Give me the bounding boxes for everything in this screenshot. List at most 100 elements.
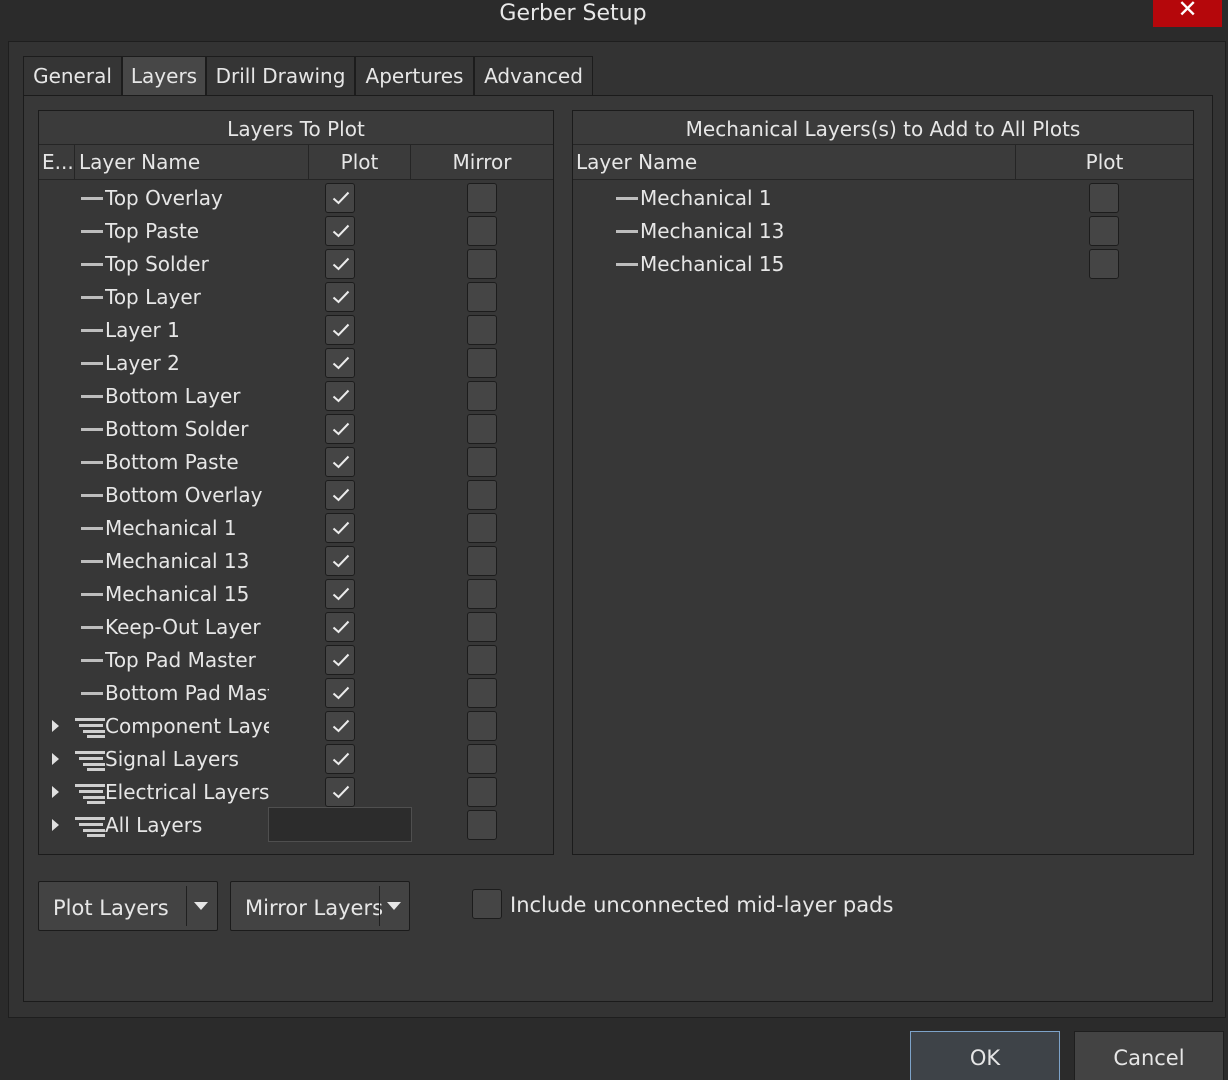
layer-row[interactable]: Layer 2 bbox=[39, 347, 553, 380]
mirror-checkbox[interactable] bbox=[467, 744, 497, 774]
mech-plot-checkbox[interactable] bbox=[1089, 216, 1119, 246]
mirror-checkbox[interactable] bbox=[467, 249, 497, 279]
layer-row[interactable]: Bottom Pad Mast bbox=[39, 677, 553, 710]
layer-name: Keep-Out Layer bbox=[105, 615, 261, 639]
plot-checkbox[interactable] bbox=[325, 315, 355, 345]
mech-layer-row[interactable]: Mechanical 13 bbox=[573, 215, 1193, 248]
mirror-checkbox[interactable] bbox=[467, 777, 497, 807]
checkmark-icon bbox=[332, 257, 350, 271]
expand-arrow-icon[interactable] bbox=[52, 786, 59, 798]
layer-row[interactable]: Bottom Solder bbox=[39, 413, 553, 446]
chevron-down-icon[interactable] bbox=[387, 902, 401, 910]
mirror-checkbox[interactable] bbox=[467, 513, 497, 543]
layer-row[interactable]: Component Laye bbox=[39, 710, 553, 743]
mirror-checkbox[interactable] bbox=[467, 348, 497, 378]
layer-row[interactable]: Top Layer bbox=[39, 281, 553, 314]
column-header-expand[interactable]: E... bbox=[39, 145, 75, 180]
column-header-layer-name[interactable]: Layer Name bbox=[75, 145, 309, 180]
layer-row[interactable]: Signal Layers bbox=[39, 743, 553, 776]
mirror-checkbox[interactable] bbox=[467, 315, 497, 345]
checkmark-icon bbox=[332, 191, 350, 205]
tab-layers[interactable]: Layers bbox=[122, 56, 206, 98]
column-header-mech-plot[interactable]: Plot bbox=[1016, 145, 1193, 180]
layer-row[interactable]: Top Pad Master bbox=[39, 644, 553, 677]
checkmark-icon bbox=[332, 455, 350, 469]
mech-plot-checkbox[interactable] bbox=[1089, 249, 1119, 279]
mech-layer-row[interactable]: Mechanical 15 bbox=[573, 248, 1193, 281]
layer-icon bbox=[81, 461, 103, 464]
plot-checkbox[interactable] bbox=[325, 447, 355, 477]
ok-button[interactable]: OK bbox=[910, 1031, 1060, 1080]
layer-row[interactable]: Bottom Paste bbox=[39, 446, 553, 479]
mirror-checkbox[interactable] bbox=[467, 447, 497, 477]
mirror-checkbox[interactable] bbox=[467, 810, 497, 840]
column-header-mirror[interactable]: Mirror bbox=[411, 145, 553, 180]
plot-checkbox[interactable] bbox=[325, 777, 355, 807]
mech-layer-row[interactable]: Mechanical 1 bbox=[573, 182, 1193, 215]
plot-checkbox[interactable] bbox=[325, 546, 355, 576]
include-unconnected-checkbox[interactable] bbox=[472, 889, 502, 919]
layer-row[interactable]: Layer 1 bbox=[39, 314, 553, 347]
tab-drill-drawing[interactable]: Drill Drawing bbox=[206, 56, 355, 96]
mirror-checkbox[interactable] bbox=[467, 183, 497, 213]
mirror-checkbox[interactable] bbox=[467, 480, 497, 510]
mirror-checkbox[interactable] bbox=[467, 645, 497, 675]
tab-advanced[interactable]: Advanced bbox=[474, 56, 593, 96]
plot-layers-button[interactable]: Plot Layers bbox=[38, 881, 218, 931]
plot-checkbox[interactable] bbox=[325, 711, 355, 741]
plot-checkbox[interactable] bbox=[325, 645, 355, 675]
mirror-checkbox[interactable] bbox=[467, 381, 497, 411]
layer-row[interactable]: Mechanical 15 bbox=[39, 578, 553, 611]
mech-plot-checkbox[interactable] bbox=[1089, 183, 1119, 213]
layer-row[interactable]: Mechanical 13 bbox=[39, 545, 553, 578]
plot-checkbox[interactable] bbox=[325, 183, 355, 213]
layer-row[interactable]: Electrical Layers bbox=[39, 776, 553, 809]
mirror-layers-button[interactable]: Mirror Layers bbox=[230, 881, 410, 931]
expand-arrow-icon[interactable] bbox=[52, 819, 59, 831]
plot-checkbox[interactable] bbox=[325, 579, 355, 609]
layer-name: Top Layer bbox=[105, 285, 201, 309]
column-header-mech-layer-name[interactable]: Layer Name bbox=[573, 145, 1016, 180]
plot-checkbox[interactable] bbox=[325, 348, 355, 378]
expand-arrow-icon[interactable] bbox=[52, 720, 59, 732]
mirror-checkbox[interactable] bbox=[467, 216, 497, 246]
layer-row[interactable]: Keep-Out Layer bbox=[39, 611, 553, 644]
mirror-checkbox[interactable] bbox=[467, 282, 497, 312]
plot-checkbox[interactable] bbox=[325, 216, 355, 246]
layer-row[interactable]: Bottom Overlay bbox=[39, 479, 553, 512]
layer-icon bbox=[81, 659, 103, 662]
layer-icon bbox=[81, 593, 103, 596]
mirror-checkbox[interactable] bbox=[467, 612, 497, 642]
plot-checkbox[interactable] bbox=[325, 612, 355, 642]
plot-checkbox[interactable] bbox=[325, 249, 355, 279]
chevron-down-icon[interactable] bbox=[194, 902, 208, 910]
column-header-plot[interactable]: Plot bbox=[309, 145, 411, 180]
mirror-checkbox[interactable] bbox=[467, 678, 497, 708]
tab-apertures[interactable]: Apertures bbox=[355, 56, 474, 96]
cancel-button[interactable]: Cancel bbox=[1074, 1031, 1224, 1080]
mirror-checkbox[interactable] bbox=[467, 711, 497, 741]
expand-arrow-icon[interactable] bbox=[52, 753, 59, 765]
plot-checkbox[interactable] bbox=[325, 282, 355, 312]
layer-row[interactable]: Top Solder bbox=[39, 248, 553, 281]
checkmark-icon bbox=[332, 785, 350, 799]
plot-checkbox[interactable] bbox=[325, 678, 355, 708]
plot-checkbox[interactable] bbox=[325, 414, 355, 444]
plot-checkbox[interactable] bbox=[325, 480, 355, 510]
layer-row[interactable]: Top Overlay bbox=[39, 182, 553, 215]
layer-icon bbox=[81, 329, 103, 332]
plot-checkbox[interactable] bbox=[325, 381, 355, 411]
plot-checkbox[interactable] bbox=[325, 513, 355, 543]
layer-row[interactable]: Mechanical 1 bbox=[39, 512, 553, 545]
tab-general[interactable]: General bbox=[23, 56, 122, 96]
layer-row[interactable]: Top Paste bbox=[39, 215, 553, 248]
close-button[interactable]: ✕ bbox=[1153, 0, 1222, 27]
mirror-checkbox[interactable] bbox=[467, 546, 497, 576]
layer-name: Mechanical 1 bbox=[105, 516, 237, 540]
mirror-checkbox[interactable] bbox=[467, 414, 497, 444]
mirror-checkbox[interactable] bbox=[467, 579, 497, 609]
layer-name: Bottom Paste bbox=[105, 450, 239, 474]
include-unconnected-label[interactable]: Include unconnected mid-layer pads bbox=[510, 888, 893, 922]
layer-row[interactable]: Bottom Layer bbox=[39, 380, 553, 413]
plot-checkbox[interactable] bbox=[325, 744, 355, 774]
